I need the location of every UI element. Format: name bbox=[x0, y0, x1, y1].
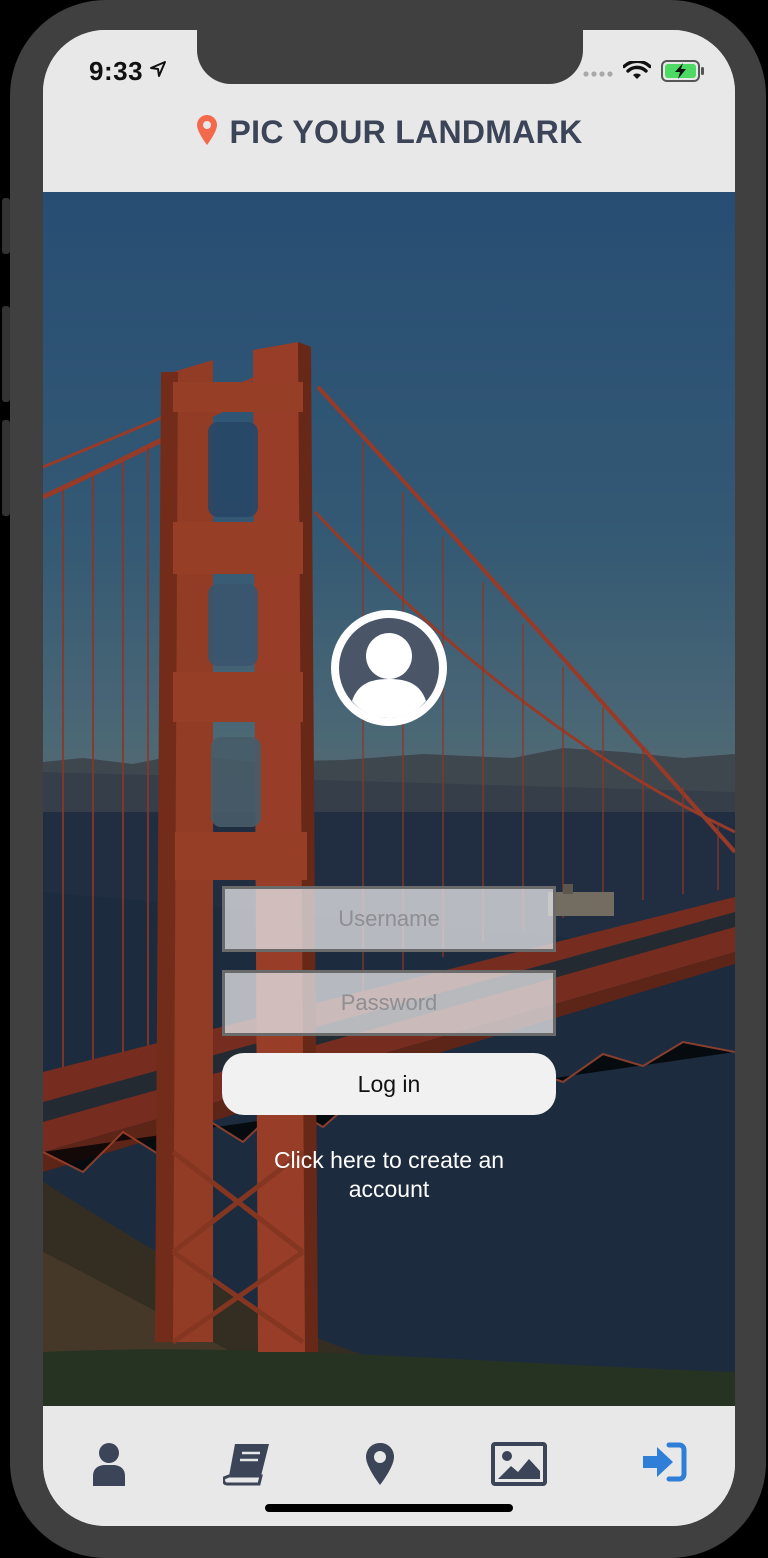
signal-dots-icon bbox=[583, 65, 613, 83]
golden-gate-bridge-illustration bbox=[43, 192, 735, 1406]
app-header: 9:33 PIC YOUR LANDMARK bbox=[43, 30, 735, 192]
status-time: 9:33 bbox=[89, 56, 144, 86]
app-screen: 9:33 PIC YOUR LANDMARK Username Log in C… bbox=[43, 30, 735, 1526]
volume-down-button bbox=[2, 420, 10, 516]
status-icons bbox=[583, 59, 705, 87]
location-arrow-icon bbox=[149, 60, 167, 83]
tab-guide[interactable] bbox=[212, 1442, 282, 1502]
map-pin-icon bbox=[196, 114, 218, 151]
wifi-icon bbox=[622, 59, 652, 86]
user-circle-icon bbox=[330, 609, 448, 727]
mute-switch bbox=[2, 198, 10, 254]
volume-up-button bbox=[2, 306, 10, 402]
sign-in-icon bbox=[641, 1442, 687, 1487]
login-button[interactable]: Log in bbox=[222, 1053, 556, 1115]
app-title: PIC YOUR LANDMARK bbox=[229, 114, 583, 150]
battery-charging-icon bbox=[661, 60, 705, 87]
background-photo: Log in Click here to create an account bbox=[43, 192, 735, 1406]
tab-map[interactable] bbox=[345, 1442, 415, 1502]
tab-profile[interactable] bbox=[74, 1442, 144, 1502]
tab-sign-in[interactable] bbox=[629, 1442, 699, 1502]
device-notch bbox=[197, 30, 583, 84]
username-input[interactable] bbox=[222, 886, 556, 952]
tab-bar bbox=[43, 1406, 735, 1526]
tab-gallery[interactable] bbox=[484, 1442, 554, 1502]
user-icon bbox=[91, 1442, 127, 1491]
create-account-link[interactable]: Click here to create an account bbox=[239, 1146, 539, 1204]
home-indicator[interactable] bbox=[265, 1504, 513, 1512]
image-icon bbox=[491, 1442, 547, 1491]
password-input[interactable] bbox=[222, 970, 556, 1036]
header-title-group: PIC YOUR LANDMARK bbox=[43, 114, 735, 151]
book-icon bbox=[222, 1442, 271, 1491]
map-marker-icon bbox=[365, 1442, 395, 1491]
